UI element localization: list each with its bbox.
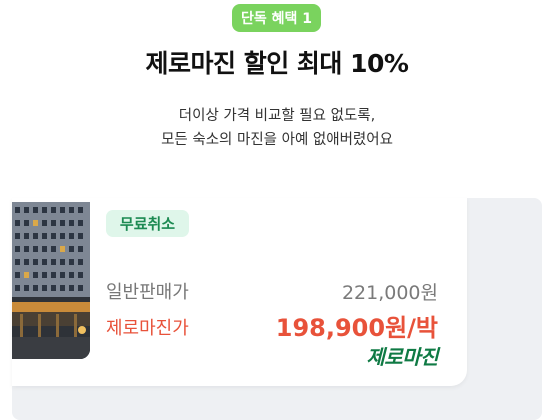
regular-price-value: 221,000원: [341, 282, 438, 304]
regular-price-label: 일반판매가: [106, 282, 189, 303]
zero-margin-price-label: 제로마진가: [106, 318, 189, 339]
hotel-thumbnail: [12, 202, 90, 359]
hotel-price-card[interactable]: 무료취소 일반판매가 221,000원 제로마진가 198,900원/박 제로마…: [12, 198, 467, 386]
exclusive-benefit-badge: 단독 혜택 1: [232, 4, 321, 32]
promo-headline: 제로마진 할인 최대 10%: [145, 49, 409, 78]
promo-description-line-2: 모든 숙소의 마진을 아예 없애버렸어요: [161, 132, 393, 148]
promo-description-line-1: 더이상 가격 비교할 필요 없도록,: [178, 108, 376, 124]
free-cancellation-tag: 무료취소: [106, 210, 189, 237]
zero-margin-price-value: 198,900원/박: [275, 314, 438, 342]
zero-margin-brand-logo: 제로마진: [366, 345, 438, 369]
